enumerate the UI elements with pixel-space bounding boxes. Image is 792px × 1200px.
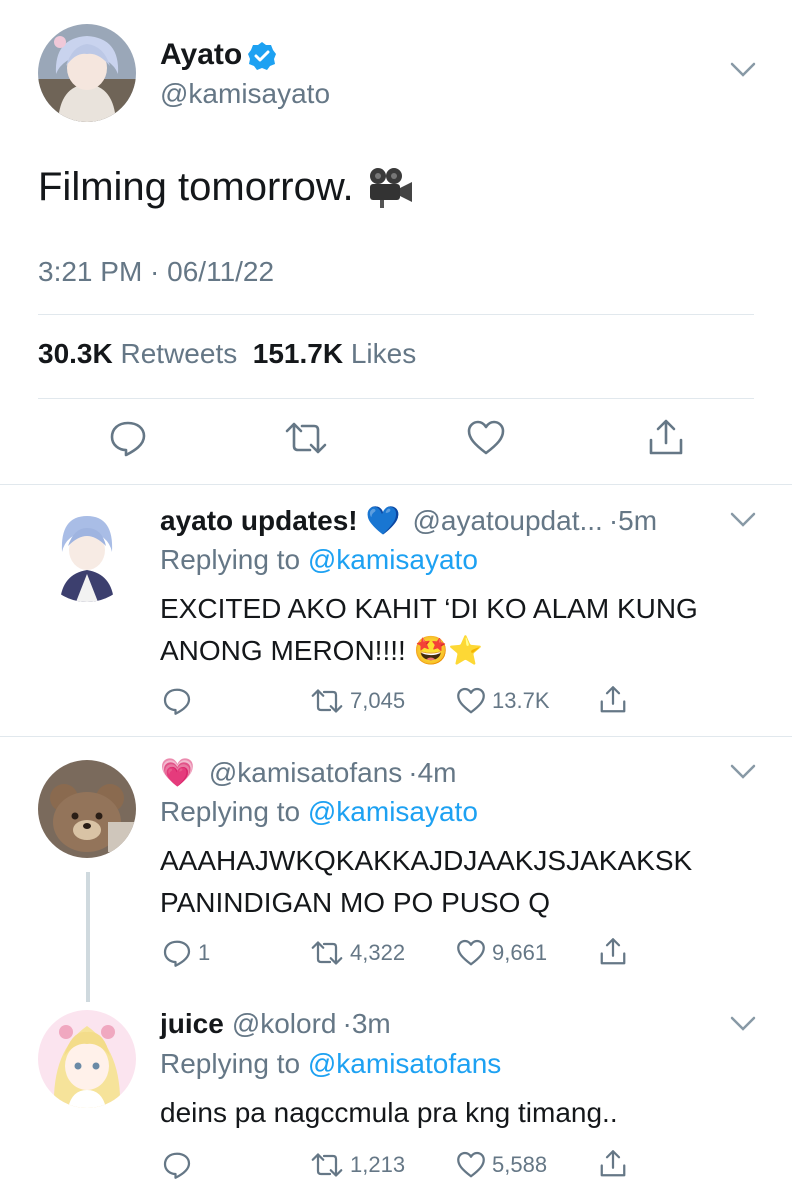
avatar[interactable]: [38, 24, 136, 122]
likes-label[interactable]: Likes: [351, 338, 416, 369]
pink-heart-icon: 💗: [160, 757, 195, 788]
avatar[interactable]: [38, 1010, 136, 1108]
author-name[interactable]: juice: [160, 1008, 224, 1040]
tweet-timestamp[interactable]: 3:21 PM · 06/11/22: [38, 256, 274, 288]
retweet-count[interactable]: 30.3K: [38, 338, 113, 369]
author-handle[interactable]: @kamisatofans: [209, 757, 402, 789]
divider: [38, 314, 754, 315]
share-icon: [598, 1148, 628, 1180]
reply-icon[interactable]: [108, 418, 148, 458]
like-heart-icon[interactable]: [466, 418, 506, 458]
reply-time[interactable]: ·3m: [343, 1008, 391, 1040]
reply-text: EXCITED AKO KAHIT ‘DI KO ALAM KUNG ANONG…: [160, 588, 760, 672]
chevron-down-icon[interactable]: [730, 512, 756, 528]
retweet-icon: [310, 686, 344, 716]
retweet-button[interactable]: 7,045: [310, 686, 405, 716]
reply-text: deins pa nagccmula pra kng timang..: [160, 1092, 760, 1134]
retweet-count: 4,322: [350, 940, 406, 965]
replying-to-handle[interactable]: @kamisayato: [308, 544, 478, 575]
verified-badge-icon: [246, 40, 278, 72]
like-count: 9,661: [492, 940, 548, 965]
like-button[interactable]: 5,588: [456, 1150, 547, 1180]
reply-text-line: EXCITED AKO KAHIT ‘DI KO ALAM KUNG: [160, 593, 698, 624]
tweet-stats: 30.3K Retweets 151.7K Likes: [38, 338, 416, 370]
replying-to: Replying to @kamisayato: [160, 796, 478, 828]
movie-camera-icon: [366, 167, 414, 209]
replying-label: Replying to: [160, 544, 301, 575]
replying-to-handle[interactable]: @kamisayato: [308, 796, 478, 827]
replying-label: Replying to: [160, 1048, 301, 1079]
avatar[interactable]: [38, 760, 136, 858]
reply-button[interactable]: [162, 686, 192, 716]
avatar[interactable]: [38, 504, 136, 602]
retweets-label[interactable]: Retweets: [121, 338, 238, 369]
retweet-button[interactable]: 4,322: [310, 938, 405, 968]
reply-header: juice @kolord ·3m: [160, 1008, 391, 1040]
author-handle[interactable]: @kolord: [232, 1008, 337, 1040]
author-name[interactable]: ayato updates!: [160, 505, 358, 537]
reply-icon: [162, 938, 192, 968]
reply-text-line: PANINDIGAN MO PO PUSO Q: [160, 887, 550, 918]
reply-time[interactable]: ·5m: [609, 505, 657, 537]
reply-count: 1: [198, 940, 211, 965]
share-icon: [598, 684, 628, 716]
reply-text-line: ANONG MERON!!!! 🤩⭐: [160, 635, 484, 666]
author-handle[interactable]: @kamisayato: [160, 78, 330, 110]
share-icon: [598, 936, 628, 968]
replying-to: Replying to @kamisatofans: [160, 1048, 501, 1080]
like-heart-icon: [456, 1150, 486, 1180]
share-button[interactable]: [598, 936, 628, 968]
replying-label: Replying to: [160, 796, 301, 827]
reply-header: 💗 @kamisatofans ·4m: [160, 756, 457, 789]
divider: [0, 736, 792, 737]
share-icon[interactable]: [646, 418, 686, 458]
reply-button[interactable]: 1: [162, 938, 210, 968]
retweet-button[interactable]: 1,213: [310, 1150, 405, 1180]
like-button[interactable]: 13.7K: [456, 686, 550, 716]
author-handle[interactable]: @ayatoupdat...: [412, 505, 602, 537]
like-count: 13.7K: [492, 688, 550, 713]
tweet-body: Filming tomorrow.: [38, 165, 354, 209]
reply-icon: [162, 686, 192, 716]
like-count: 5,588: [492, 1152, 548, 1177]
retweet-icon: [310, 1150, 344, 1180]
like-heart-icon: [456, 938, 486, 968]
replying-to: Replying to @kamisayato: [160, 544, 478, 576]
reply-text: AAAHAJWKQKAKKAJDJAAKJSJAKAKSK PANINDIGAN…: [160, 840, 760, 924]
divider: [0, 484, 792, 485]
reply-time[interactable]: ·4m: [408, 757, 456, 789]
reply-text-line: AAAHAJWKQKAKKAJDJAAKJSJAKAKSK: [160, 845, 693, 876]
thread-connector: [86, 872, 90, 1002]
reply-button[interactable]: [162, 1150, 192, 1180]
divider: [38, 398, 754, 399]
blue-heart-icon: 💙: [365, 505, 401, 536]
chevron-down-icon[interactable]: [730, 764, 756, 780]
share-button[interactable]: [598, 1148, 628, 1180]
reply-header: ayato updates! 💙 @ayatoupdat... ·5m: [160, 504, 657, 537]
replying-to-handle[interactable]: @kamisatofans: [308, 1048, 501, 1079]
retweet-count: 1,213: [350, 1152, 406, 1177]
like-heart-icon: [456, 686, 486, 716]
retweet-icon[interactable]: [284, 418, 328, 458]
chevron-down-icon[interactable]: [730, 1016, 756, 1032]
retweet-icon: [310, 938, 344, 968]
chevron-down-icon[interactable]: [730, 62, 756, 78]
like-button[interactable]: 9,661: [456, 938, 547, 968]
retweet-count: 7,045: [350, 688, 406, 713]
reply-text-line: deins pa nagccmula pra kng timang..: [160, 1097, 618, 1128]
share-button[interactable]: [598, 684, 628, 716]
author-name[interactable]: Ayato: [160, 38, 242, 72]
like-count[interactable]: 151.7K: [253, 338, 343, 369]
tweet-text: Filming tomorrow.: [38, 165, 414, 210]
reply-icon: [162, 1150, 192, 1180]
